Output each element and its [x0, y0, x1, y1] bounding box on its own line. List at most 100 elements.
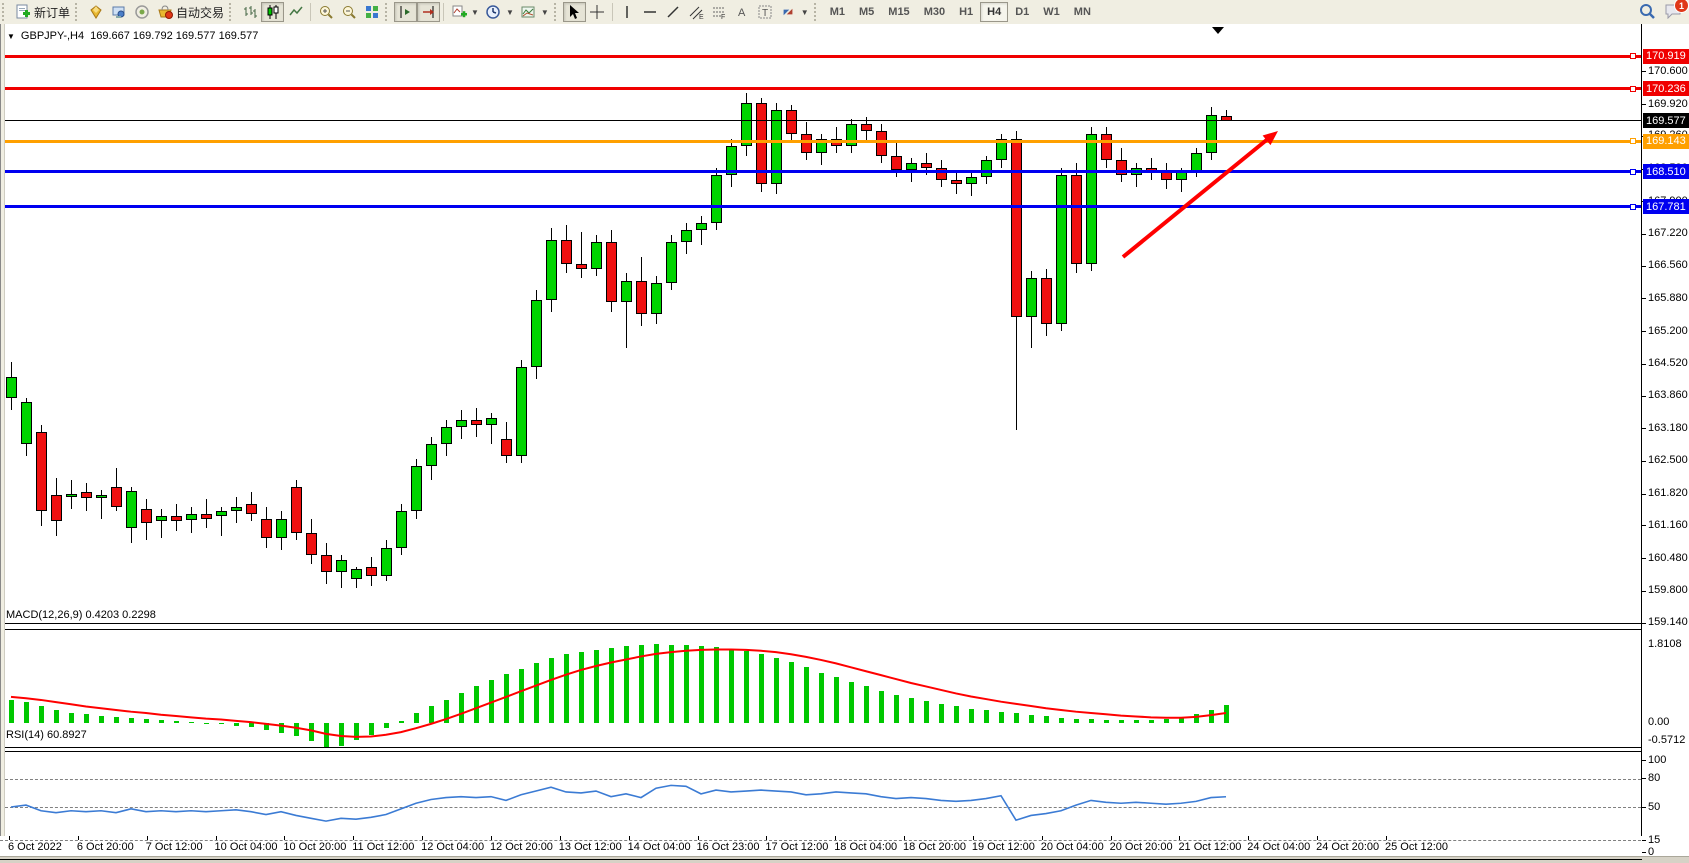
toolbar-drag-handle[interactable] [385, 3, 392, 21]
rsi-axis-label: 50 [1648, 801, 1660, 813]
line-handle[interactable] [1630, 169, 1636, 175]
candlestick-chart-button[interactable] [261, 2, 284, 22]
bar-chart-icon [241, 4, 258, 21]
toolbar-drag-handle[interactable] [2, 3, 9, 21]
search-icon[interactable] [1638, 2, 1655, 19]
zoom-out-button[interactable] [337, 2, 360, 22]
time-axis-label: 21 Oct 12:00 [1178, 841, 1241, 853]
horizontal-level-line-170.236[interactable] [0, 87, 1641, 90]
text-label-tool-button[interactable]: T [754, 2, 777, 22]
market-watch-button[interactable] [84, 2, 107, 22]
macd-histogram-bar [489, 680, 494, 724]
line-handle[interactable] [1630, 138, 1636, 144]
candle [66, 494, 77, 497]
time-axis-border [0, 859, 1642, 860]
toolbar-drag-handle[interactable] [75, 3, 82, 21]
candle [921, 163, 932, 168]
timeframe-button-m5[interactable]: M5 [852, 2, 881, 22]
periods-button[interactable]: ▼ [482, 2, 517, 22]
price-tick [1642, 364, 1646, 365]
auto-scroll-button[interactable] [417, 2, 440, 22]
timeframe-button-w1[interactable]: W1 [1036, 2, 1067, 22]
chart-title-dropdown-icon[interactable]: ▼ [7, 32, 15, 41]
time-axis-label: 18 Oct 04:00 [834, 841, 897, 853]
candle [966, 177, 977, 184]
candle [516, 367, 527, 456]
timeframe-button-h1[interactable]: H1 [952, 2, 980, 22]
line-chart-icon [287, 4, 304, 21]
line-handle[interactable] [1630, 204, 1636, 210]
price-tick [1642, 623, 1646, 624]
chart-shift-button[interactable] [394, 2, 417, 22]
toolbar-drag-handle[interactable] [814, 3, 821, 21]
chart-window: ▼ GBPJPY-,H4 169.667 169.792 169.577 169… [0, 24, 1689, 862]
candle [951, 180, 962, 185]
macd-histogram-bar [1119, 720, 1124, 723]
text-tool-button[interactable]: A [731, 2, 754, 22]
chart-title[interactable]: ▼ GBPJPY-,H4 169.667 169.792 169.577 169… [5, 30, 262, 43]
autotrading-icon [156, 4, 173, 21]
price-badge-167.781: 167.781 [1643, 199, 1689, 214]
vertical-line-tool-button[interactable] [616, 2, 639, 22]
templates-button[interactable]: ▼ [517, 2, 552, 22]
line-handle[interactable] [1630, 53, 1636, 59]
line-handle[interactable] [1630, 86, 1636, 92]
horizontal-line-tool-button[interactable] [639, 2, 662, 22]
price-tick-label: 165.200 [1648, 325, 1688, 337]
toolbar-drag-handle[interactable] [229, 3, 236, 21]
equidistant-channel-tool-button[interactable]: E [685, 2, 708, 22]
macd-histogram-bar [984, 710, 989, 723]
crosshair-button[interactable] [586, 2, 609, 22]
time-axis-label: 24 Oct 04:00 [1247, 841, 1310, 853]
autotrading-button[interactable]: 自动交易 [153, 2, 227, 22]
price-tick-label: 167.220 [1648, 227, 1688, 239]
macd-histogram-bar [24, 702, 29, 723]
chat-icon[interactable]: 1 [1663, 2, 1683, 19]
indicators-button[interactable]: ▼ [447, 2, 482, 22]
timeframe-button-mn[interactable]: MN [1067, 2, 1098, 22]
pane-separator[interactable] [0, 747, 1642, 748]
zoom-in-icon [317, 4, 334, 21]
candle [216, 511, 227, 516]
macd-histogram-bar [174, 721, 179, 723]
macd-histogram-bar [264, 723, 269, 730]
candle [1026, 278, 1037, 316]
macd-axis-label: 0.00 [1648, 716, 1669, 728]
pane-separator[interactable] [0, 629, 1642, 630]
cursor-button[interactable] [563, 2, 586, 22]
horizontal-level-line-169.143[interactable] [0, 140, 1641, 143]
trendline-tool-button[interactable] [662, 2, 685, 22]
pane-separator[interactable] [0, 623, 1642, 624]
fibonacci-tool-button[interactable]: F [708, 2, 731, 22]
arrows-tool-button[interactable]: ▼ [777, 2, 812, 22]
macd-histogram-bar [219, 723, 224, 724]
macd-histogram-bar [924, 701, 929, 723]
horizontal-level-line-170.919[interactable] [0, 55, 1641, 58]
signals-button[interactable] [130, 2, 153, 22]
bar-chart-button[interactable] [238, 2, 261, 22]
toolbar-drag-handle[interactable] [554, 3, 561, 21]
new-order-button[interactable]: 新订单 [11, 2, 73, 22]
price-badge-169.143: 169.143 [1643, 134, 1689, 149]
horizontal-level-line-168.510[interactable] [0, 170, 1641, 173]
timeframe-button-m15[interactable]: M15 [881, 2, 916, 22]
time-axis-label: 6 Oct 2022 [8, 841, 62, 853]
macd-histogram-bar [684, 645, 689, 723]
macd-histogram-bar [189, 722, 194, 723]
timeframe-button-m1[interactable]: M1 [823, 2, 852, 22]
horizontal-level-line-167.781[interactable] [0, 205, 1641, 208]
tile-windows-button[interactable] [360, 2, 383, 22]
macd-histogram-bar [849, 682, 854, 723]
time-axis-label: 12 Oct 20:00 [490, 841, 553, 853]
timeframe-button-m30[interactable]: M30 [917, 2, 952, 22]
macd-histogram-bar [324, 723, 329, 748]
timeframe-button-d1[interactable]: D1 [1008, 2, 1036, 22]
pane-separator[interactable] [0, 751, 1642, 752]
zoom-in-button[interactable] [314, 2, 337, 22]
candlestick-chart-icon [264, 4, 281, 21]
timeframe-button-h4[interactable]: H4 [980, 2, 1008, 22]
line-chart-button[interactable] [284, 2, 307, 22]
time-axis-label: 19 Oct 12:00 [972, 841, 1035, 853]
candle [96, 495, 107, 499]
navigator-button[interactable] [107, 2, 130, 22]
